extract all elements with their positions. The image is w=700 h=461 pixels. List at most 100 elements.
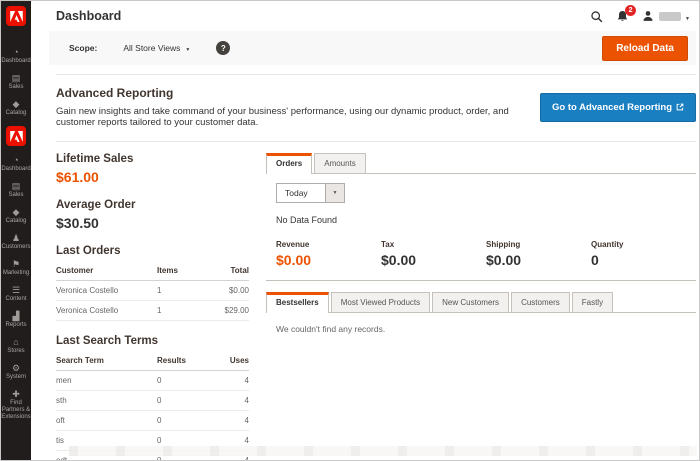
footer-watermark <box>69 446 697 456</box>
chevron-down-icon <box>185 43 190 53</box>
sidebar: ◔ Dashboard ▤ Sales ◆ Catalog ◔ Dashboar… <box>1 1 31 460</box>
table-row: Veronica Costello 1 $0.00 <box>56 281 249 301</box>
stores-icon: ⌂ <box>1 337 31 347</box>
help-icon[interactable] <box>216 41 230 55</box>
orders-panel-body: Today No Data Found Revenue $0.00 Tax <box>266 174 696 280</box>
table-row: sth 0 4 <box>56 391 249 411</box>
tab-fastly[interactable]: Fastly <box>572 292 613 312</box>
username-redacted <box>659 12 681 21</box>
sidebar-item-label: Dashboard <box>1 58 31 65</box>
metric-tax: Tax $0.00 <box>381 240 486 268</box>
notification-badge: 2 <box>625 5 636 16</box>
advanced-reporting-banner: Advanced Reporting Gain new insights and… <box>56 74 696 142</box>
adobe-logo-icon[interactable] <box>6 6 26 26</box>
scope-label: Scope: <box>69 43 97 53</box>
store-view-switcher[interactable]: All Store Views <box>123 43 190 53</box>
adobe-logo-icon[interactable] <box>6 126 26 146</box>
sales-icon: ▤ <box>1 73 31 83</box>
sidebar-nav-main: ◔ Dashboard ▤ Sales ◆ Catalog ♟ Customer… <box>1 150 31 424</box>
dashboard-grid: Lifetime Sales $61.00 Average Order $30.… <box>56 142 696 461</box>
chevron-down-icon <box>685 7 690 25</box>
tab-orders[interactable]: Orders <box>266 153 312 174</box>
tab-bestsellers[interactable]: Bestsellers <box>266 292 329 313</box>
average-order-stat: Average Order $30.50 <box>56 199 249 231</box>
metric-quantity: Quantity 0 <box>591 240 696 268</box>
account-menu[interactable] <box>642 7 690 25</box>
sidebar-item-customers[interactable]: ♟ Customers <box>1 228 31 254</box>
no-records-text: We couldn't find any records. <box>276 324 696 334</box>
col-total: Total <box>209 262 249 281</box>
advanced-reporting-title: Advanced Reporting <box>56 86 540 100</box>
order-metrics: Revenue $0.00 Tax $0.00 Shipping $0.00 <box>276 240 696 280</box>
sidebar-item-label: Catalog <box>1 110 31 117</box>
page-title: Dashboard <box>56 9 121 23</box>
period-select[interactable]: Today <box>276 183 345 203</box>
sidebar-item-dashboard[interactable]: ◔ Dashboard <box>1 42 31 68</box>
main-content: Dashboard 2 Scope: All Store Views <box>31 1 700 460</box>
sales-icon: ▤ <box>1 181 31 191</box>
customers-icon: ♟ <box>1 233 31 243</box>
header-actions: 2 <box>590 7 690 25</box>
table-row: men 0 4 <box>56 371 249 391</box>
sidebar-item-dashboard[interactable]: ◔ Dashboard <box>1 150 31 176</box>
page-header: Dashboard 2 <box>31 1 700 31</box>
sidebar-item-sales[interactable]: ▤ Sales <box>1 176 31 202</box>
search-icon[interactable] <box>590 10 603 23</box>
bestsellers-tabs: Bestsellers Most Viewed Products New Cus… <box>266 292 696 313</box>
average-order-value: $30.50 <box>56 215 249 231</box>
catalog-icon: ◆ <box>1 99 31 109</box>
col-uses: Uses <box>209 352 249 371</box>
sidebar-item-stores[interactable]: ⌂ Stores <box>1 332 31 358</box>
advanced-reporting-description: Gain new insights and take command of yo… <box>56 106 540 128</box>
bestsellers-panel: Bestsellers Most Viewed Products New Cus… <box>266 292 696 334</box>
reports-icon: ▟ <box>1 311 31 321</box>
notifications-bell-icon[interactable]: 2 <box>616 10 629 23</box>
orders-tabs: Orders Amounts <box>266 153 696 174</box>
lifetime-sales-label: Lifetime Sales <box>56 153 249 165</box>
metric-revenue: Revenue $0.00 <box>276 240 381 268</box>
advanced-reporting-text: Advanced Reporting Gain new insights and… <box>56 86 540 128</box>
period-select-value: Today <box>277 184 325 202</box>
last-search-terms-title: Last Search Terms <box>56 335 249 347</box>
external-link-icon <box>676 103 684 111</box>
catalog-icon: ◆ <box>1 207 31 217</box>
tab-customers[interactable]: Customers <box>511 292 570 312</box>
col-search-term: Search Term <box>56 352 157 371</box>
magento-admin-dashboard: ◔ Dashboard ▤ Sales ◆ Catalog ◔ Dashboar… <box>0 0 700 461</box>
sidebar-item-find-partners[interactable]: ✚ Find Partners & Extensions <box>1 384 31 424</box>
sidebar-item-catalog[interactable]: ◆ Catalog <box>1 202 31 228</box>
tab-new-customers[interactable]: New Customers <box>432 292 509 312</box>
find-partners-icon: ✚ <box>1 389 31 399</box>
sidebar-item-system[interactable]: ⚙ System <box>1 358 31 384</box>
tab-most-viewed-products[interactable]: Most Viewed Products <box>331 292 430 312</box>
sidebar-item-marketing[interactable]: ⚑ Marketing <box>1 254 31 280</box>
bestsellers-panel-body: We couldn't find any records. <box>266 313 696 334</box>
col-results: Results <box>157 352 209 371</box>
lifetime-sales-value: $61.00 <box>56 169 249 185</box>
stats-column: Lifetime Sales $61.00 Average Order $30.… <box>56 153 249 461</box>
sidebar-nav-top: ◔ Dashboard ▤ Sales ◆ Catalog <box>1 42 31 120</box>
table-row: Veronica Costello 1 $29.00 <box>56 301 249 321</box>
orders-panel: Orders Amounts Today No Data Found Reven… <box>266 153 696 281</box>
col-customer: Customer <box>56 262 157 281</box>
content-icon: ☰ <box>1 285 31 295</box>
sidebar-item-content[interactable]: ☰ Content <box>1 280 31 306</box>
no-data-text: No Data Found <box>276 215 696 225</box>
reload-data-button[interactable]: Reload Data <box>602 36 688 61</box>
last-search-terms-section: Last Search Terms Search Term Results Us… <box>56 335 249 461</box>
go-to-advanced-reporting-button[interactable]: Go to Advanced Reporting <box>540 93 696 122</box>
dashboard-icon: ◔ <box>1 155 31 165</box>
col-items: Items <box>157 262 209 281</box>
lifetime-sales-stat: Lifetime Sales $61.00 <box>56 153 249 185</box>
chevron-down-icon <box>325 184 344 202</box>
tab-amounts[interactable]: Amounts <box>314 153 366 173</box>
metric-shipping: Shipping $0.00 <box>486 240 591 268</box>
sidebar-item-sales[interactable]: ▤ Sales <box>1 68 31 94</box>
dashboard-icon: ◔ <box>1 47 31 57</box>
average-order-label: Average Order <box>56 199 249 211</box>
sidebar-item-catalog[interactable]: ◆ Catalog <box>1 94 31 120</box>
last-orders-title: Last Orders <box>56 245 249 257</box>
marketing-icon: ⚑ <box>1 259 31 269</box>
sidebar-item-reports[interactable]: ▟ Reports <box>1 306 31 332</box>
last-search-terms-table: Search Term Results Uses men 0 4 <box>56 352 249 461</box>
